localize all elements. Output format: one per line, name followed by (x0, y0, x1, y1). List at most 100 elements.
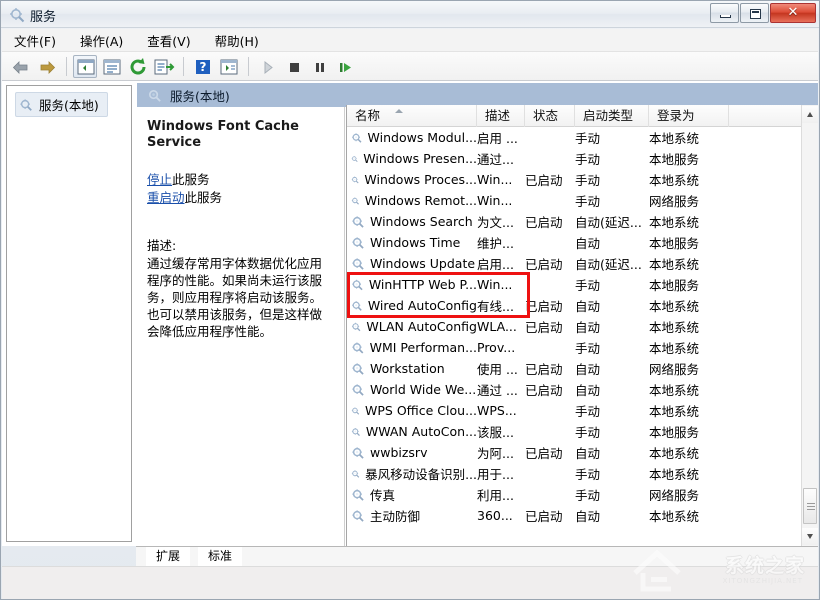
cell-log-on-as: 本地系统 (649, 254, 729, 273)
cell-log-on-as: 本地系统 (649, 464, 729, 483)
cell-status: 已启动 (525, 506, 575, 525)
service-gear-icon (351, 383, 365, 397)
table-row[interactable]: wwbizsrv为阿...已启动自动本地系统 (347, 442, 802, 463)
table-row[interactable]: WMI Performan...Prov...手动本地系统 (347, 337, 802, 358)
cell-service-name: WMI Performan... (347, 340, 477, 355)
cell-log-on-as: 本地服务 (649, 149, 729, 168)
table-row[interactable]: Windows Update启用...已启动自动(延迟...本地系统 (347, 253, 802, 274)
table-row[interactable]: WPS Office Clou...WPS...手动本地系统 (347, 400, 802, 421)
services-gear-icon (147, 88, 162, 103)
table-row[interactable]: WinHTTP Web P...Win...手动本地服务 (347, 274, 802, 295)
table-row[interactable]: Windows Search为文...已启动自动(延迟...本地系统 (347, 211, 802, 232)
cell-status: 已启动 (525, 170, 575, 189)
service-gear-icon (351, 404, 360, 418)
cell-service-name: WinHTTP Web P... (347, 277, 477, 292)
column-header-log-on-as[interactable]: 登录为 (649, 105, 729, 127)
results-pane: 服务(本地) Windows Font Cache Service 停止此服务 … (137, 81, 818, 546)
cell-service-name: World Wide We... (347, 382, 477, 397)
pane-header-label: 服务(本地) (170, 86, 230, 105)
stop-service-link[interactable]: 停止 (147, 172, 172, 187)
cell-status: 已启动 (525, 212, 575, 231)
pause-service-icon[interactable] (307, 55, 331, 78)
table-row[interactable]: 暴风移动设备识别...用于...手动本地系统 (347, 463, 802, 484)
cell-service-name: Windows Presen... (347, 151, 477, 166)
cell-status: 已启动 (525, 296, 575, 315)
cell-service-name: Wired AutoConfig (347, 298, 477, 313)
tab-extended[interactable]: 扩展 (146, 547, 190, 566)
cell-log-on-as: 网络服务 (649, 359, 729, 378)
service-gear-icon (351, 320, 361, 334)
table-row[interactable]: 传真利用...手动网络服务 (347, 484, 802, 505)
vertical-scrollbar[interactable] (801, 105, 818, 546)
menu-view[interactable]: 查看(V) (147, 29, 202, 52)
cell-startup-type: 手动 (575, 338, 649, 357)
table-row[interactable]: Wired AutoConfig有线...已启动自动本地系统 (347, 295, 802, 316)
column-header-name[interactable]: 名称 (347, 105, 477, 127)
close-icon: ✕ (771, 4, 815, 22)
menu-help[interactable]: 帮助(H) (215, 29, 271, 52)
service-gear-icon (351, 509, 365, 523)
back-icon[interactable] (8, 55, 32, 78)
stop-service-suffix: 此服务 (172, 172, 210, 187)
column-header-startup-type[interactable]: 启动类型 (575, 105, 649, 127)
start-service-icon[interactable] (255, 55, 279, 78)
page-title: Windows Font Cache Service (147, 119, 334, 151)
cell-log-on-as: 本地系统 (649, 128, 729, 147)
cell-description: 启用 ... (477, 128, 525, 147)
cell-log-on-as: 本地系统 (649, 170, 729, 189)
cell-startup-type: 手动 (575, 149, 649, 168)
cell-startup-type: 手动 (575, 422, 649, 441)
show-action-pane-icon[interactable] (216, 55, 240, 78)
table-row[interactable]: Workstation使用 ...已启动自动网络服务 (347, 358, 802, 379)
minimize-button[interactable] (710, 3, 739, 23)
service-gear-icon (351, 152, 358, 166)
cell-startup-type: 手动 (575, 170, 649, 189)
cell-log-on-as: 网络服务 (649, 485, 729, 504)
properties-icon[interactable] (99, 55, 123, 78)
restart-service-link[interactable]: 重启动 (147, 190, 185, 205)
tab-standard[interactable]: 标准 (198, 547, 242, 566)
cell-startup-type: 手动 (575, 485, 649, 504)
service-gear-icon (351, 362, 365, 376)
cell-startup-type: 手动 (575, 128, 649, 147)
column-header-filler (729, 105, 802, 127)
table-row[interactable]: Windows Presen...通过...手动本地服务 (347, 148, 802, 169)
table-row[interactable]: Windows Remot...Win...手动网络服务 (347, 190, 802, 211)
table-row[interactable]: World Wide We...通过 ...已启动自动本地系统 (347, 379, 802, 400)
cell-status: 已启动 (525, 359, 575, 378)
cell-log-on-as: 本地系统 (649, 296, 729, 315)
table-row[interactable]: Windows Modul...启用 ... 手动本地系统 (347, 127, 802, 148)
column-header-description[interactable]: 描述 (477, 105, 525, 127)
scrollbar-thumb[interactable] (803, 488, 817, 524)
table-row[interactable]: Windows Proces...Win...已启动手动本地系统 (347, 169, 802, 190)
stop-service-icon[interactable] (281, 55, 305, 78)
menu-action[interactable]: 操作(A) (80, 29, 135, 52)
cell-service-name: Windows Modul... (347, 130, 477, 145)
show-hide-tree-icon[interactable] (73, 55, 97, 78)
cell-startup-type: 手动 (575, 401, 649, 420)
table-row[interactable]: WWAN AutoCon...该服...手动本地服务 (347, 421, 802, 442)
cell-description: WLA... (477, 319, 525, 334)
table-row[interactable]: WLAN AutoConfigWLA...已启动自动本地系统 (347, 316, 802, 337)
forward-icon[interactable] (34, 55, 58, 78)
table-row[interactable]: Windows Time维护...自动本地服务 (347, 232, 802, 253)
cell-startup-type: 自动 (575, 380, 649, 399)
help-icon[interactable]: ? (190, 55, 214, 78)
table-row[interactable]: 主动防御360...已启动自动本地系统 (347, 505, 802, 526)
cell-startup-type: 自动 (575, 506, 649, 525)
services-window: 服务 ✕ 文件(F) 操作(A) 查看(V) 帮助(H) (0, 0, 820, 600)
sidebar-item-services-local[interactable]: 服务(本地) (15, 92, 108, 117)
menu-file[interactable]: 文件(F) (14, 29, 68, 52)
export-list-icon[interactable] (151, 55, 175, 78)
scroll-up-button[interactable] (802, 106, 818, 123)
scroll-down-button[interactable] (802, 528, 818, 545)
svg-text:?: ? (200, 60, 207, 74)
maximize-button[interactable] (740, 3, 769, 23)
restart-service-icon[interactable] (333, 55, 357, 78)
cell-description: 维护... (477, 233, 525, 252)
cell-description: Win... (477, 172, 525, 187)
close-button[interactable]: ✕ (770, 3, 816, 23)
restart-service-suffix: 此服务 (185, 190, 223, 205)
column-header-status[interactable]: 状态 (525, 105, 575, 127)
refresh-icon[interactable] (125, 55, 149, 78)
